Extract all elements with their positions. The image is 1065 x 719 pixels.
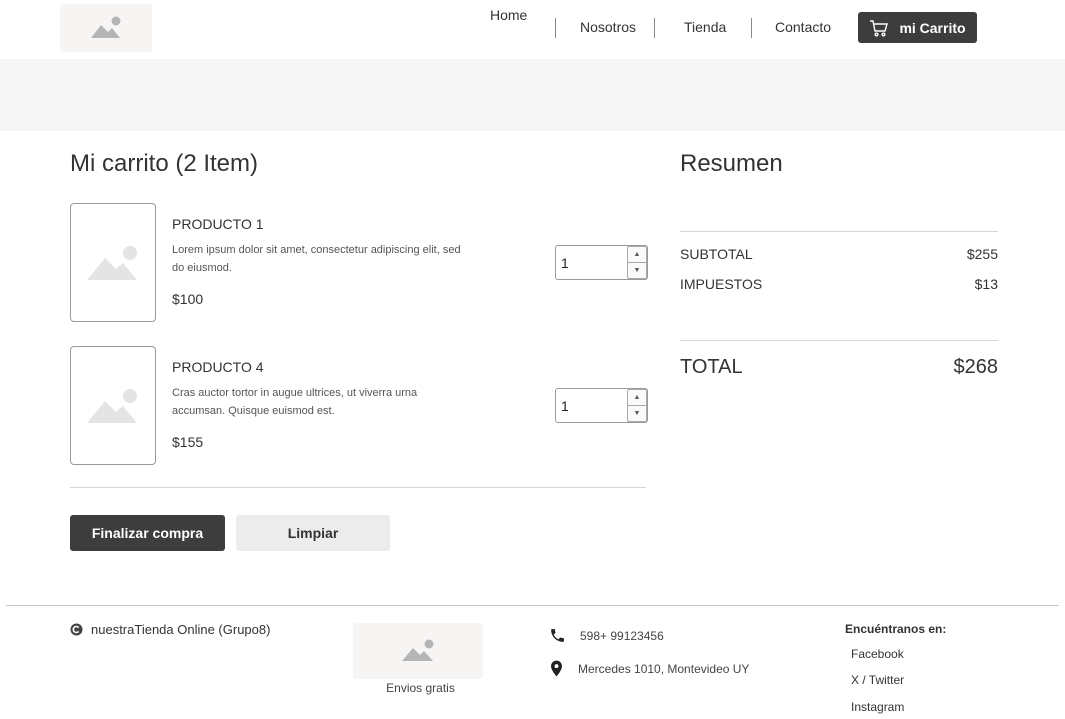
footer-address: Mercedes 1010, Montevideo UY (549, 660, 749, 677)
social-link-twitter[interactable]: X / Twitter (851, 673, 904, 687)
subtotal-value: $255 (966, 246, 998, 262)
map-pin-icon (551, 660, 562, 677)
nav-tienda[interactable]: Tienda (684, 12, 726, 43)
cart-divider (70, 487, 646, 488)
checkout-button[interactable]: Finalizar compra (70, 515, 225, 551)
footer-brand-label: nuestraTienda Online (Grupo8) (91, 622, 271, 637)
quantity-increment-button[interactable]: ▲ (627, 389, 647, 406)
nav-divider (555, 18, 556, 38)
taxes-label: IMPUESTOS (680, 276, 763, 292)
phone-icon (551, 629, 564, 642)
product-description: Lorem ipsum dolor sit amet, consectetur … (172, 244, 461, 274)
footer-brand: nuestraTienda Online (Grupo8) (70, 622, 270, 637)
image-placeholder-icon (87, 245, 137, 280)
nav-contacto[interactable]: Contacto (775, 12, 831, 43)
phone-number: 598+ 99123456 (580, 628, 664, 643)
product-price: $155 (172, 434, 204, 450)
product-description: Cras auctor tortor in augue ultrices, ut… (172, 387, 418, 417)
cart-button-label: mi Carrito (899, 19, 966, 36)
total-label: TOTAL (680, 356, 743, 378)
total-value: $268 (953, 356, 999, 378)
nav-divider (654, 18, 655, 38)
product-name: PRODUCTO 1 (172, 216, 264, 232)
chevron-down-icon: ▼ (633, 267, 641, 274)
nav-nosotros[interactable]: Nosotros (580, 12, 636, 43)
quantity-input[interactable] (556, 246, 626, 279)
footer-phone: 598+ 99123456 (549, 627, 664, 644)
quantity-increment-button[interactable]: ▲ (627, 246, 647, 263)
summary-title: Resumen (680, 150, 783, 177)
nav-divider (751, 18, 752, 38)
image-placeholder-icon (87, 388, 137, 423)
product-price: $100 (172, 291, 204, 307)
hero-banner (0, 59, 1065, 131)
summary-divider (680, 340, 998, 341)
quantity-decrement-button[interactable]: ▼ (627, 406, 647, 422)
social-link-facebook[interactable]: Facebook (851, 647, 904, 661)
image-placeholder-icon (402, 639, 434, 661)
chevron-down-icon: ▼ (633, 410, 641, 417)
social-title: Encuéntranos en: (845, 622, 947, 636)
address-text: Mercedes 1010, Montevideo UY (578, 661, 750, 676)
clear-cart-button[interactable]: Limpiar (236, 515, 390, 551)
product-name: PRODUCTO 4 (172, 359, 264, 375)
chevron-up-icon: ▲ (633, 251, 641, 258)
summary-divider (680, 231, 998, 232)
shopping-cart-icon (870, 19, 889, 36)
quantity-input[interactable] (556, 389, 626, 422)
cart-item: PRODUCTO 1 Lorem ipsum dolor sit amet, c… (70, 203, 650, 323)
image-placeholder-icon (91, 16, 121, 38)
shipping-caption: Envios gratis (386, 681, 455, 695)
shipping-image (353, 623, 483, 679)
cart-title: Mi carrito (2 Item) (70, 150, 259, 177)
product-image (70, 203, 156, 322)
product-image (70, 346, 156, 465)
quantity-stepper: ▲ ▼ (555, 245, 648, 280)
nav-home[interactable]: Home (490, 0, 527, 31)
quantity-stepper: ▲ ▼ (555, 388, 648, 423)
footer-divider (6, 605, 1059, 606)
cart-button[interactable]: mi Carrito (858, 12, 977, 43)
quantity-spinner: ▲ ▼ (627, 246, 647, 279)
social-link-instagram[interactable]: Instagram (851, 700, 904, 714)
cart-item: PRODUCTO 4 Cras auctor tortor in augue u… (70, 346, 650, 466)
site-logo[interactable] (60, 4, 152, 52)
quantity-decrement-button[interactable]: ▼ (627, 263, 647, 279)
quantity-spinner: ▲ ▼ (627, 389, 647, 422)
subtotal-label: SUBTOTAL (680, 246, 753, 262)
taxes-value: $13 (974, 276, 998, 292)
chevron-up-icon: ▲ (633, 394, 641, 401)
copyright-icon (70, 623, 83, 636)
